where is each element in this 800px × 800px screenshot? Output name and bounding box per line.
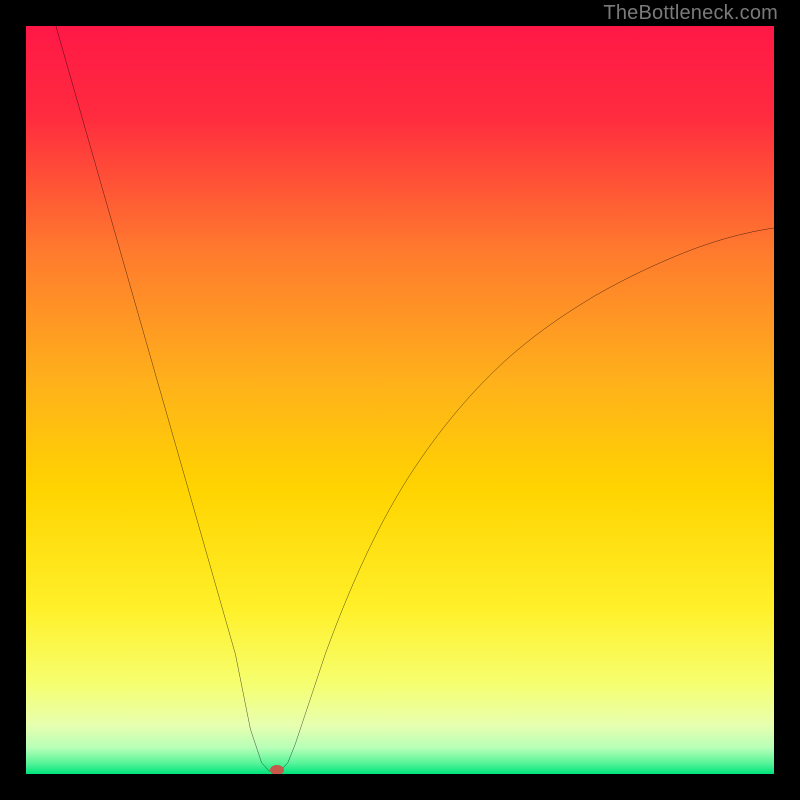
watermark-text: TheBottleneck.com xyxy=(603,2,778,25)
plot-area xyxy=(26,26,774,774)
bottleneck-curve xyxy=(26,26,774,774)
minimum-marker xyxy=(270,765,284,775)
chart-frame: TheBottleneck.com xyxy=(0,0,800,800)
